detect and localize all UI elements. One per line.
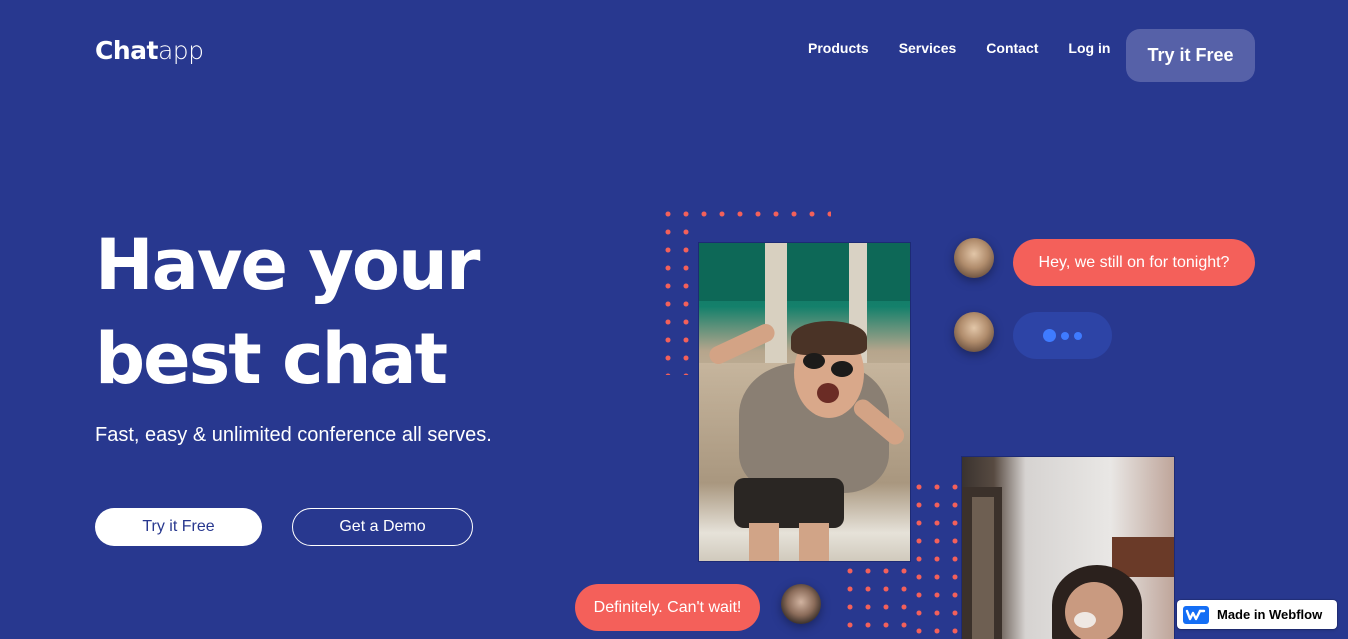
main-nav: Products Services Contact Log in	[808, 38, 1110, 58]
brand-logo[interactable]: Chatapp	[95, 36, 204, 66]
typing-indicator	[1013, 312, 1112, 359]
chat-avatar-3	[781, 584, 821, 624]
hero-photo-woman-laughing	[961, 456, 1175, 639]
nav-contact[interactable]: Contact	[986, 38, 1038, 58]
nav-products[interactable]: Products	[808, 38, 869, 58]
nav-services[interactable]: Services	[899, 38, 957, 58]
hero-photo-woman-sunglasses	[698, 242, 911, 562]
chat-message-2: Definitely. Can't wait!	[575, 584, 760, 631]
webflow-logo-icon	[1183, 605, 1209, 624]
chat-avatar-1	[954, 238, 994, 278]
dot-grid-bottom-left	[841, 562, 913, 639]
chat-message-1: Hey, we still on for tonight?	[1013, 239, 1255, 286]
nav-try-free-button[interactable]: Try it Free	[1126, 29, 1255, 82]
chat-avatar-2	[954, 312, 994, 352]
brand-logo-light: app	[157, 36, 204, 65]
hero-title-line-2: best chat	[95, 318, 448, 400]
hero-try-free-button[interactable]: Try it Free	[95, 508, 262, 546]
typing-dot-1	[1043, 329, 1056, 342]
typing-dot-3	[1074, 331, 1082, 340]
dot-grid-bottom-right	[910, 478, 964, 638]
nav-login[interactable]: Log in	[1068, 38, 1110, 58]
hero-title-line-1: Have your	[95, 224, 480, 306]
hero-get-demo-button[interactable]: Get a Demo	[292, 508, 473, 546]
made-in-webflow-label: Made in Webflow	[1217, 607, 1323, 622]
hero-subtitle: Fast, easy & unlimited conference all se…	[95, 424, 492, 446]
hero-title: Have your best chat	[95, 218, 565, 406]
brand-logo-bold: Chat	[95, 36, 158, 65]
typing-dot-2	[1061, 331, 1069, 340]
dot-grid-left	[659, 223, 695, 375]
dot-grid-top	[659, 205, 831, 223]
made-in-webflow-badge[interactable]: Made in Webflow	[1177, 600, 1337, 629]
